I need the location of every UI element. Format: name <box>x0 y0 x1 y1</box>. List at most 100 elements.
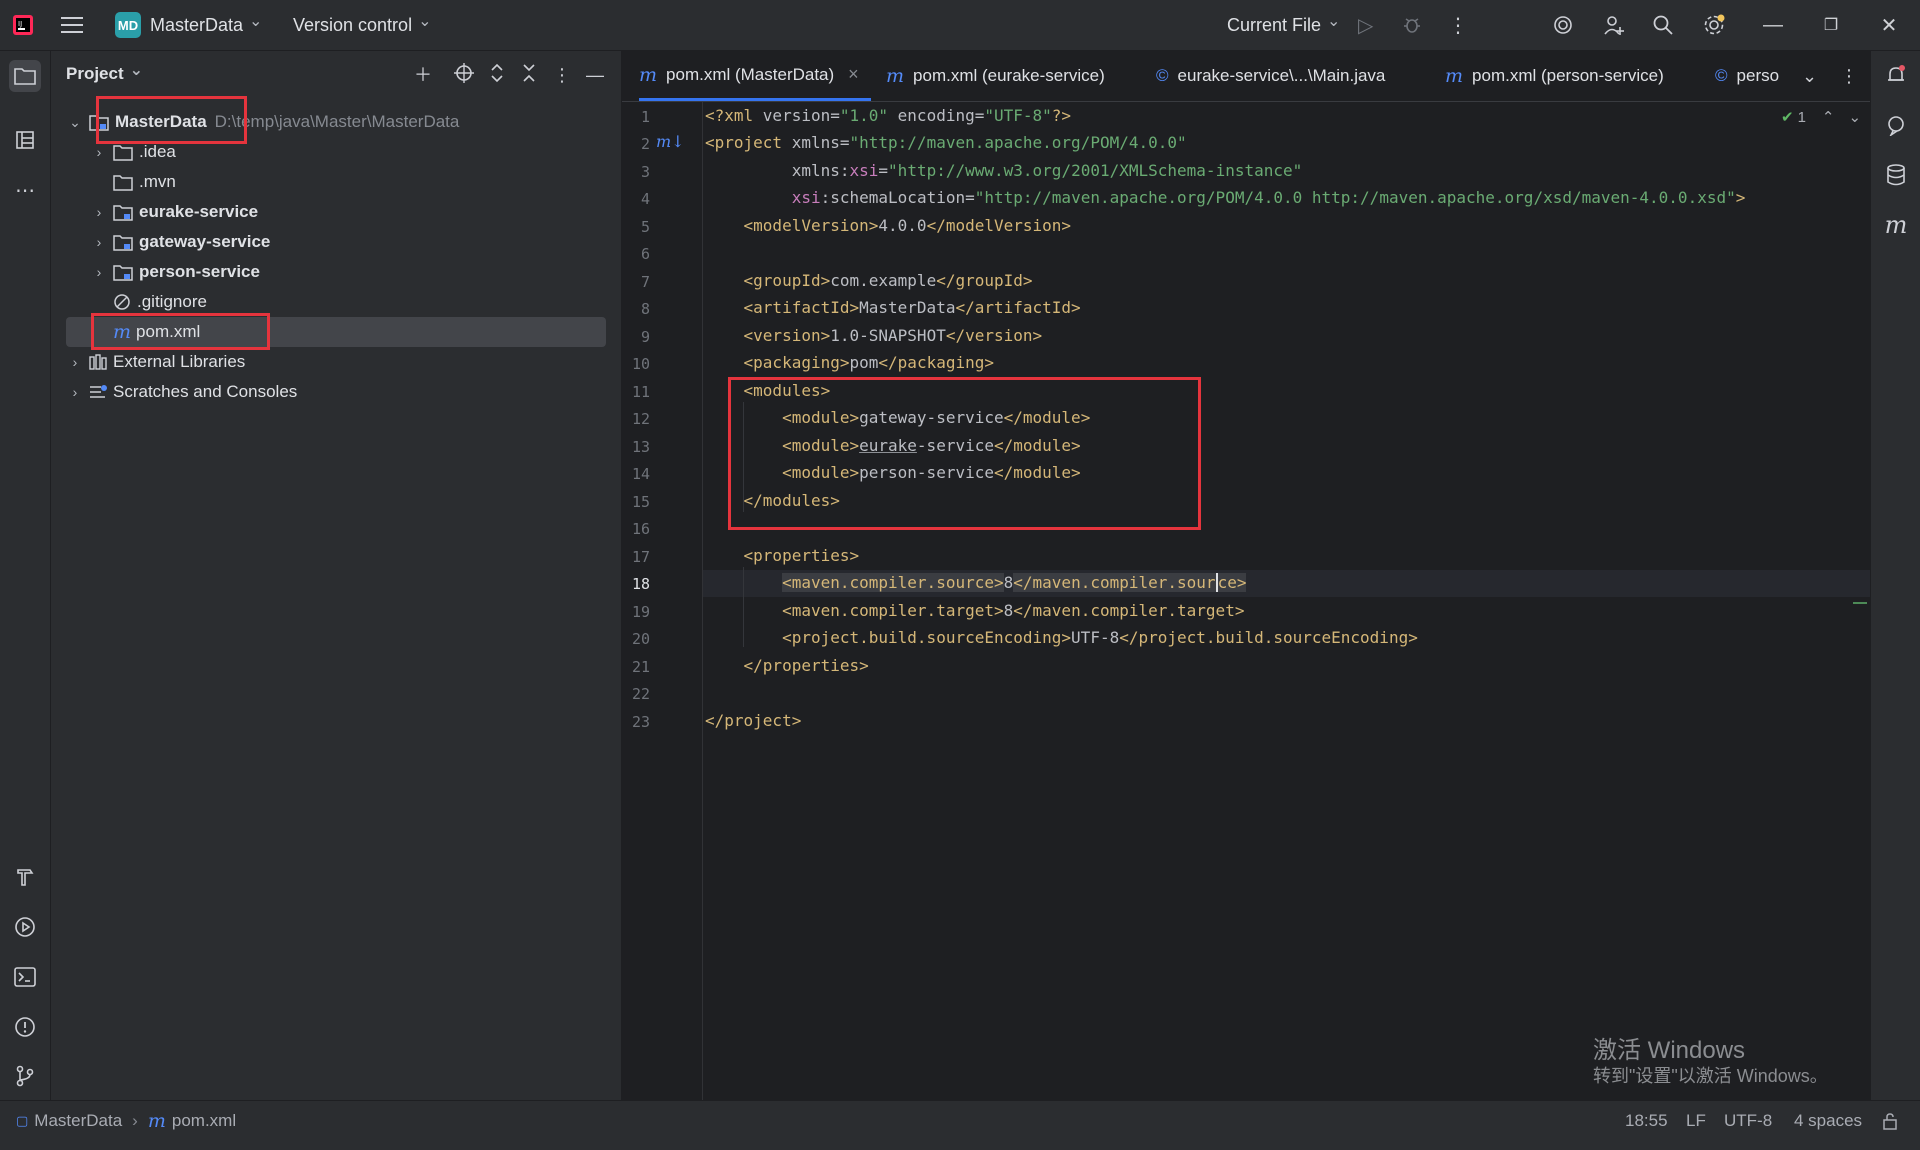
previous-highlight-chevron-up-icon[interactable]: ⌃ <box>1822 108 1835 126</box>
maven-goto-parent-icon[interactable]: m↓ <box>656 132 685 151</box>
tree-label: .gitignore <box>137 292 207 311</box>
code-line-23: </project> <box>705 711 802 730</box>
chevron-right-icon[interactable]: › <box>67 354 83 370</box>
tree-item-masterdata[interactable]: ⌄ MasterData D:\temp\java\Master\MasterD… <box>51 107 621 137</box>
line-separator[interactable]: LF <box>1686 1101 1706 1141</box>
inspection-widget[interactable]: ✔ 1 ⌃ ⌄ <box>1781 108 1862 127</box>
run-config-selector[interactable]: Current File <box>1227 0 1340 50</box>
tree-label: External Libraries <box>113 352 246 371</box>
tree-label: pom.xml <box>136 322 201 341</box>
search-icon[interactable] <box>1652 0 1674 50</box>
tree-item-external-libraries[interactable]: › External Libraries <box>51 347 621 377</box>
java-class-icon: © <box>1715 66 1728 85</box>
code-line-21: </properties> <box>705 656 869 675</box>
right-tool-strip: m <box>1870 51 1920 1100</box>
line-number: 6 <box>640 245 650 263</box>
tree-item-scratches[interactable]: › Scratches and Consoles <box>51 377 621 407</box>
chevron-right-icon[interactable]: › <box>91 204 107 220</box>
ai-chat-icon[interactable] <box>1880 109 1912 141</box>
tree-label: gateway-service <box>139 232 271 251</box>
settings-gear-icon[interactable] <box>1702 0 1726 50</box>
run-icon[interactable]: ▷ <box>1358 0 1373 50</box>
project-view-selector[interactable]: Project <box>66 64 143 84</box>
checkmark-icon: ✔ <box>1781 109 1794 126</box>
tab-label: pom.xml (eurake-service) <box>913 66 1105 85</box>
version-control-menu[interactable]: Version control <box>293 0 431 50</box>
project-tool-folder-icon[interactable] <box>9 60 41 92</box>
line-number: 7 <box>640 273 650 291</box>
tree-item-gateway-service[interactable]: › gateway-service <box>51 227 621 257</box>
code-line-5: <modelVersion>4.0.0</modelVersion> <box>705 216 1072 235</box>
next-highlight-chevron-down-icon[interactable]: ⌄ <box>1849 108 1862 126</box>
build-hammer-icon[interactable] <box>9 861 41 893</box>
code-editor[interactable]: <?xml version="1.0" encoding="UTF-8"?> <… <box>703 102 1870 1100</box>
chevron-right-icon[interactable]: › <box>91 264 107 280</box>
tab-main-java[interactable]: © eurake-service\...\Main.java <box>1156 51 1385 101</box>
tab-pom-masterdata[interactable]: m pom.xml (MasterData) × <box>639 51 871 101</box>
git-branch-icon[interactable] <box>9 1060 41 1092</box>
close-tab-icon[interactable]: × <box>848 64 859 85</box>
panel-options-icon[interactable]: ⋮ <box>550 63 574 87</box>
services-run-icon[interactable] <box>9 911 41 943</box>
maven-tool-m-icon[interactable]: m <box>1880 209 1912 241</box>
java-class-icon: © <box>1156 66 1169 85</box>
terminal-icon[interactable] <box>9 961 41 993</box>
ai-assistant-icon[interactable] <box>1552 0 1574 50</box>
maven-m-icon: m <box>147 1110 166 1132</box>
tab-pom-person-service[interactable]: m pom.xml (person-service) <box>1445 51 1664 101</box>
hide-panel-icon[interactable]: — <box>583 63 607 87</box>
code-line-8: <artifactId>MasterData</artifactId> <box>705 298 1081 317</box>
locate-file-icon[interactable] <box>452 63 476 87</box>
structure-tool-icon[interactable] <box>9 124 41 156</box>
collapse-all-icon[interactable] <box>517 63 541 87</box>
restore-window-button[interactable]: ❐ <box>1802 0 1860 50</box>
tree-item-eurake-service[interactable]: › eurake-service <box>51 197 621 227</box>
tree-item-mvn[interactable]: .mvn <box>51 167 621 197</box>
problems-icon[interactable] <box>9 1011 41 1043</box>
svg-text:IJ: IJ <box>18 20 22 28</box>
scratches-icon <box>89 384 107 400</box>
editor-gutter[interactable]: 1 2 3 4 5 6 7 8 9 10 11 12 13 14 15 16 1… <box>622 102 703 1100</box>
main-menu-icon[interactable] <box>61 0 83 50</box>
debug-icon[interactable] <box>1402 0 1422 50</box>
new-file-plus-icon[interactable]: ＋ <box>411 63 435 87</box>
database-icon[interactable] <box>1880 159 1912 191</box>
more-actions-icon[interactable]: ⋮ <box>1448 0 1468 50</box>
tree-item-gitignore[interactable]: .gitignore <box>51 287 621 317</box>
tab-label: pom.xml (MasterData) <box>666 64 835 84</box>
more-tools-icon[interactable]: ⋯ <box>9 174 41 206</box>
tree-item-idea[interactable]: › .idea <box>51 137 621 167</box>
tab-person-truncated[interactable]: © perso <box>1715 51 1779 101</box>
chevron-right-icon[interactable]: › <box>67 384 83 400</box>
tree-item-person-service[interactable]: › person-service <box>51 257 621 287</box>
breadcrumb-project[interactable]: MasterData <box>34 1111 122 1131</box>
project-switcher[interactable]: MD MasterData <box>115 0 262 50</box>
tab-list-chevron-down-icon[interactable]: ⌄ <box>1802 51 1817 101</box>
ignore-file-icon <box>113 293 131 311</box>
tree-label: .mvn <box>139 172 176 191</box>
caret-position[interactable]: 18:55 <box>1625 1101 1668 1141</box>
editor-tab-bar: m pom.xml (MasterData) × m pom.xml (eura… <box>622 51 1870 102</box>
minimize-window-button[interactable]: — <box>1744 0 1802 50</box>
chevron-right-icon[interactable]: › <box>91 144 107 160</box>
indent-setting[interactable]: 4 spaces <box>1794 1101 1862 1141</box>
chevron-down-icon[interactable]: ⌄ <box>67 114 83 131</box>
line-number-current: 18 <box>631 575 650 593</box>
line-number: 22 <box>631 685 650 703</box>
intellij-logo-icon[interactable]: IJ <box>12 0 34 50</box>
notifications-bell-icon[interactable] <box>1880 59 1912 91</box>
tab-pom-eurake-service[interactable]: m pom.xml (eurake-service) <box>886 51 1105 101</box>
line-number: 14 <box>631 465 650 483</box>
expand-all-icon[interactable] <box>485 63 509 87</box>
tree-item-pom-xml[interactable]: m pom.xml <box>66 317 606 347</box>
tree-label: Scratches and Consoles <box>113 382 298 401</box>
breadcrumb: ▢ MasterData › m pom.xml <box>16 1101 236 1141</box>
add-user-icon[interactable] <box>1603 0 1625 50</box>
file-encoding[interactable]: UTF-8 <box>1724 1101 1772 1141</box>
tab-options-icon[interactable]: ⋮ <box>1840 51 1858 101</box>
close-window-button[interactable]: ✕ <box>1860 0 1918 50</box>
breadcrumb-file[interactable]: pom.xml <box>172 1111 236 1131</box>
line-number: 12 <box>631 410 650 428</box>
read-only-lock-icon[interactable] <box>1882 1101 1898 1141</box>
chevron-right-icon[interactable]: › <box>91 234 107 250</box>
